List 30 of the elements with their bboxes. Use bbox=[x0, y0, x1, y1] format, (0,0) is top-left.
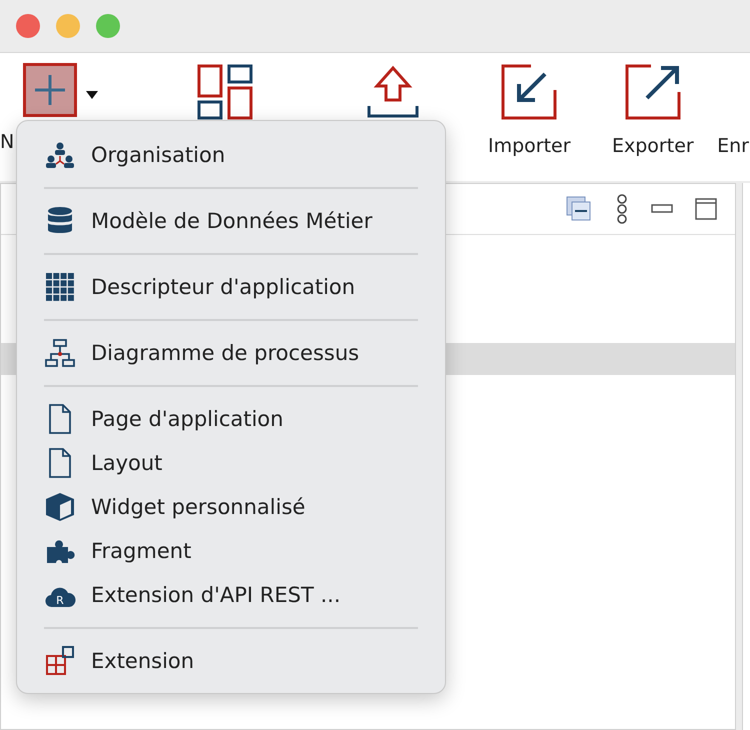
toolbar-label[interactable]: Enr bbox=[717, 135, 749, 157]
menu-item[interactable]: Page d'application bbox=[17, 397, 445, 441]
menu-item[interactable]: Organisation bbox=[17, 133, 445, 177]
dropdown-caret-icon[interactable] bbox=[86, 91, 98, 99]
cube-icon bbox=[44, 491, 76, 523]
minimize-icon[interactable] bbox=[651, 204, 673, 214]
toolbar-label[interactable]: N bbox=[0, 131, 14, 153]
plus-icon bbox=[32, 72, 68, 108]
maximize-icon[interactable] bbox=[695, 198, 717, 220]
menu-item[interactable]: Widget personnalisé bbox=[17, 485, 445, 529]
add-button[interactable] bbox=[23, 63, 77, 117]
extension-icon bbox=[44, 645, 76, 677]
tiles-icon[interactable] bbox=[197, 64, 253, 120]
menu-item[interactable]: Extension bbox=[17, 639, 445, 683]
menu-item[interactable]: Fragment bbox=[17, 529, 445, 573]
menu-item[interactable]: Diagramme de processus bbox=[17, 331, 445, 375]
toolbar-label[interactable]: Exporter bbox=[612, 135, 694, 157]
collapse-all-icon[interactable] bbox=[565, 195, 593, 223]
close-button[interactable] bbox=[16, 14, 40, 38]
menu-item[interactable]: R Extension d'API REST ... bbox=[17, 573, 445, 617]
more-icon[interactable] bbox=[615, 194, 629, 224]
upload-icon[interactable] bbox=[365, 64, 421, 120]
grid-icon bbox=[44, 271, 76, 303]
menu-item[interactable]: Descripteur d'application bbox=[17, 265, 445, 309]
toolbar-label[interactable]: Importer bbox=[488, 135, 571, 157]
import-icon[interactable] bbox=[501, 64, 558, 120]
menu-item[interactable]: Layout bbox=[17, 441, 445, 485]
export-icon[interactable] bbox=[624, 64, 681, 120]
flowchart-icon bbox=[44, 337, 76, 369]
menu-item[interactable]: Modèle de Données Métier bbox=[17, 199, 445, 243]
